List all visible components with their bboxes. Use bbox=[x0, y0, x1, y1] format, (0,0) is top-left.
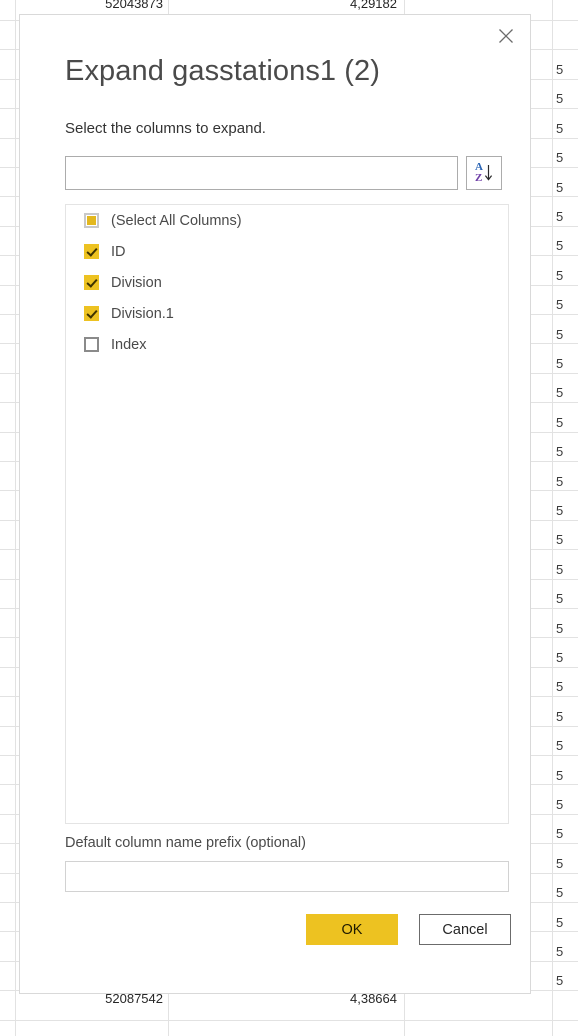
cell-value: 5 bbox=[556, 120, 564, 136]
cell-value: 5 bbox=[556, 444, 564, 460]
cell-value: 5 bbox=[556, 62, 564, 77]
column-list-item[interactable]: Division bbox=[66, 267, 508, 298]
cell-value: 5 bbox=[556, 473, 564, 489]
cell-value: 5 bbox=[556, 620, 564, 636]
column-list-item[interactable]: Index bbox=[66, 329, 508, 360]
cell-value: 5 bbox=[556, 414, 564, 430]
cell-value: 5 bbox=[556, 385, 564, 401]
cell-value: 5 bbox=[556, 561, 564, 577]
cell-value: 5 bbox=[556, 91, 564, 107]
cell-value: 5 bbox=[556, 326, 564, 342]
cell-value: 5 bbox=[556, 708, 564, 724]
grid-row bbox=[0, 1021, 578, 1036]
cell-value: 5 bbox=[556, 532, 564, 548]
close-icon[interactable] bbox=[486, 19, 526, 53]
cell-value: 5 bbox=[556, 238, 564, 254]
cell-value: 5 bbox=[556, 826, 564, 842]
dialog-subtitle: Select the columns to expand. bbox=[65, 120, 266, 137]
prefix-label: Default column name prefix (optional) bbox=[65, 835, 306, 851]
checkbox-indeterminate-icon[interactable] bbox=[84, 213, 99, 228]
column-list-item[interactable]: ID bbox=[66, 236, 508, 267]
cell-value: 5 bbox=[556, 503, 564, 518]
sort-az-icon[interactable]: A Z bbox=[466, 156, 502, 190]
cell-value: 5 bbox=[556, 944, 564, 959]
cell-value: 5 bbox=[556, 209, 564, 224]
cell-value: 5 bbox=[556, 297, 564, 313]
search-input[interactable] bbox=[65, 156, 458, 190]
cell-value: 5 bbox=[556, 973, 564, 989]
cell-value: 5 bbox=[556, 914, 564, 930]
cell-value: 5 bbox=[556, 150, 564, 166]
screen: 5 5 5 5 5 5 5 5 5 5 5 5 5 5 5 5 5 5 5 5 5 5 5 5 5 5 5 5 5 5 5 5 5204387… bbox=[0, 0, 578, 1036]
cell-value: 5 bbox=[556, 356, 564, 371]
cell-value: 5 bbox=[556, 591, 564, 607]
column-label: (Select All Columns) bbox=[111, 212, 242, 229]
cell-value: 5 bbox=[556, 797, 564, 812]
column-label: Division.1 bbox=[111, 305, 174, 322]
dialog-title: Expand gasstations1 (2) bbox=[65, 55, 381, 87]
ok-button[interactable]: OK bbox=[306, 914, 398, 945]
cell-value: 5 bbox=[556, 267, 564, 283]
cell-value: 5 bbox=[556, 855, 564, 871]
column-label: Index bbox=[111, 336, 147, 353]
cell-value: 5 bbox=[556, 885, 564, 901]
checkbox-unchecked-icon[interactable] bbox=[84, 337, 99, 352]
sort-letter-z: Z bbox=[475, 172, 483, 184]
cell-value: 5 bbox=[556, 738, 564, 754]
cell-value: 4,29182 bbox=[350, 0, 397, 11]
checkbox-checked-icon[interactable] bbox=[84, 306, 99, 321]
column-list[interactable]: (Select All Columns) ID Division Division.1… bbox=[65, 204, 509, 824]
column-label: Division bbox=[111, 274, 162, 291]
checkbox-checked-icon[interactable] bbox=[84, 244, 99, 259]
cell-value: 52043873 bbox=[105, 0, 163, 11]
expand-columns-dialog: Expand gasstations1 (2) Select the colum… bbox=[19, 14, 531, 994]
checkbox-checked-icon[interactable] bbox=[84, 275, 99, 290]
prefix-input[interactable] bbox=[65, 861, 509, 892]
column-label: ID bbox=[111, 243, 126, 260]
cell-value: 5 bbox=[556, 767, 564, 783]
cell-value: 5 bbox=[556, 679, 564, 695]
column-list-item[interactable]: Division.1 bbox=[66, 298, 508, 329]
cancel-button[interactable]: Cancel bbox=[419, 914, 511, 945]
select-all-columns-item[interactable]: (Select All Columns) bbox=[66, 205, 508, 236]
cell-value: 5 bbox=[556, 650, 564, 665]
cell-value: 5 bbox=[556, 179, 564, 195]
search-row: A Z bbox=[65, 156, 502, 190]
